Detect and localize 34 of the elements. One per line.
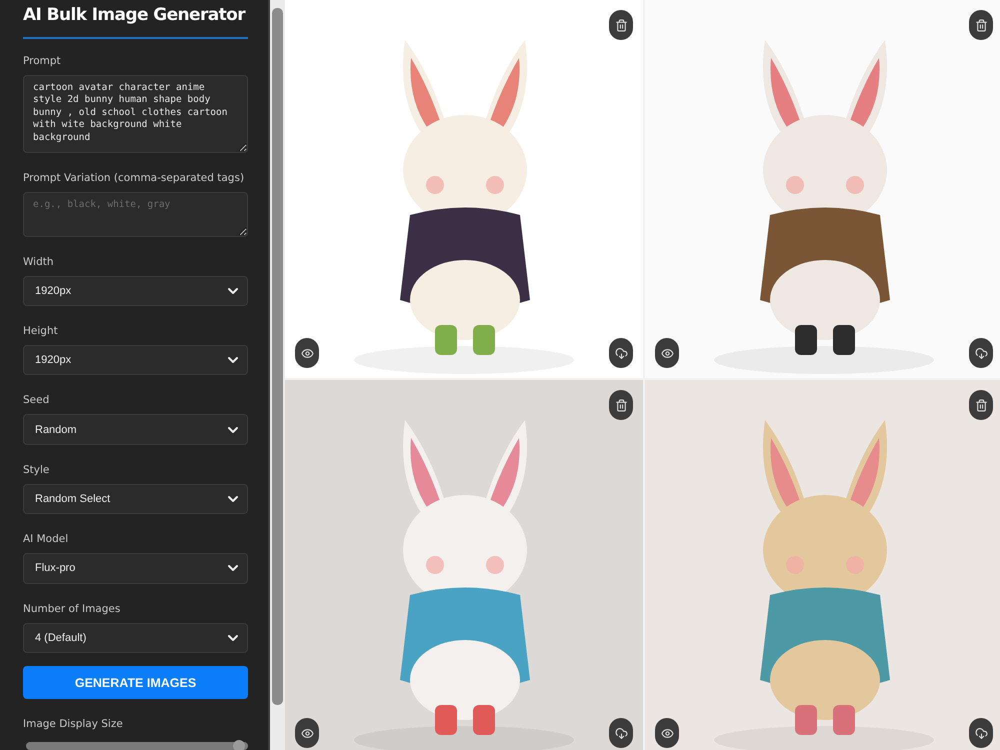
dropdown[interactable]: 4 (Default) <box>23 622 248 653</box>
eye-icon <box>300 346 314 360</box>
eye-icon <box>660 346 674 360</box>
field-label: Number of Images <box>23 602 122 617</box>
field-label: AI Model <box>23 532 70 548</box>
app-title: AI Bulk Image Generator <box>23 4 246 26</box>
cloud-download-icon <box>614 346 628 360</box>
field-label: Image Display Size <box>23 717 124 732</box>
slider-thumb[interactable] <box>233 740 246 750</box>
field-label: Style <box>23 462 50 478</box>
field-label: Width <box>23 254 55 270</box>
trash-icon <box>974 18 988 32</box>
dropdown[interactable]: Random <box>23 414 248 445</box>
eye-icon <box>300 726 314 740</box>
cloud-download-icon <box>614 726 628 740</box>
field-label: Prompt Variation (comma-separated tags) <box>23 171 246 186</box>
field-label: Prompt <box>23 54 62 69</box>
field-label: Height <box>23 324 59 340</box>
dropdown[interactable]: Random Select <box>23 484 248 514</box>
trash-icon <box>974 398 988 412</box>
generate-button[interactable]: GENERATE IMAGES <box>23 666 248 700</box>
dropdown[interactable]: 1920px <box>23 276 248 306</box>
dropdown[interactable]: Flux-pro <box>23 553 248 584</box>
field-label: Seed <box>23 393 50 408</box>
cloud-download-icon <box>974 346 988 360</box>
scrollbar-thumb[interactable] <box>272 8 283 705</box>
cloud-download-icon <box>974 726 988 740</box>
trash-icon <box>614 398 628 412</box>
dropdown[interactable]: 1920px <box>23 345 248 376</box>
slider-track[interactable] <box>26 742 248 750</box>
eye-icon <box>660 726 674 740</box>
prompt-field[interactable]: cartoon avatar character anime style 2d bunny human shape body bunny , old school clothes cartoon with wite background white background <box>23 74 248 154</box>
trash-icon <box>614 18 628 32</box>
prompt-variation-field[interactable]: e.g., black, white, gray <box>23 192 248 237</box>
